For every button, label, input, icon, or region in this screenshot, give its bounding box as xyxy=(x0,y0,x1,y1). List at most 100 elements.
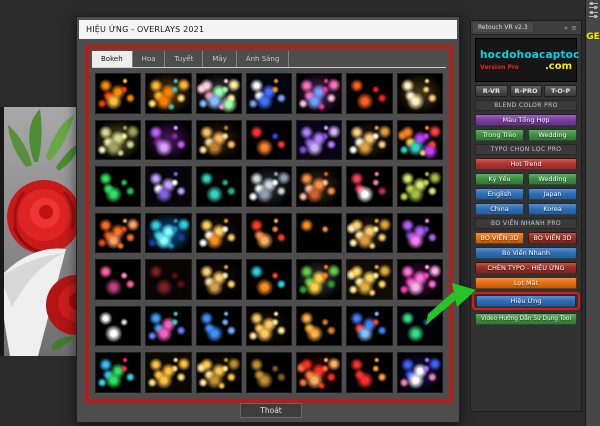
overlay-thumbnail[interactable] xyxy=(197,121,241,160)
panel-button[interactable]: Hot Trend xyxy=(475,158,577,170)
overlay-thumbnail[interactable] xyxy=(398,353,442,392)
button-row: Màu Tổng Hợp xyxy=(475,114,577,126)
overlay-thumbnail[interactable] xyxy=(247,167,291,206)
overlay-thumbnail[interactable] xyxy=(398,74,442,113)
panel-title: Retouch VR v2.3 xyxy=(473,23,533,32)
mode-tab[interactable]: T-O-P xyxy=(544,85,577,97)
overlay-thumbnail[interactable] xyxy=(398,214,442,253)
panel-sections: BLEND COLOR PRO Màu Tổng Hợp Trong Trẻo Wed… xyxy=(471,100,581,325)
button-row: Lọt Mắt xyxy=(475,277,577,289)
panel-dock-strip: GE xyxy=(585,0,600,426)
panel-button[interactable]: English xyxy=(475,188,524,200)
panel-button[interactable]: Korea xyxy=(528,203,577,215)
overlay-thumbnail[interactable] xyxy=(96,214,140,253)
document-photo-roses xyxy=(4,107,80,356)
overlay-thumbnail[interactable] xyxy=(297,167,341,206)
panel-button[interactable]: Wedding xyxy=(528,173,577,185)
overlay-thumbnail[interactable] xyxy=(247,121,291,160)
button-row: Bo Viền Nhanh xyxy=(475,247,577,259)
overlay-thumbnail[interactable] xyxy=(347,353,391,392)
adjust-icon[interactable] xyxy=(589,11,598,18)
overlay-category-tabs: BokehHoaTuyếtMâyÁnh Sáng xyxy=(92,51,446,68)
button-row: Kỷ Yếu Wedding xyxy=(475,173,577,185)
overlay-thumbnail[interactable] xyxy=(347,121,391,160)
panel-button[interactable]: Hiệu Ứng xyxy=(476,295,576,307)
overlays-dialog: HIỆU ỨNG - OVERLAYS 2021 BokehHoaTuyếtMâ… xyxy=(76,16,460,423)
overlay-thumbnail[interactable] xyxy=(197,167,241,206)
overlay-thumbnail[interactable] xyxy=(96,353,140,392)
dock-tab-ge[interactable]: GE xyxy=(586,32,600,42)
ad-banner[interactable]: hocdohoacaptoc Version Pro .com xyxy=(475,38,577,82)
panel-button[interactable]: CHÈN TYPO - HIỆU ỨNG xyxy=(475,262,577,274)
panel-button[interactable]: Trong Trẻo xyxy=(475,129,524,141)
overlay-thumbnail[interactable] xyxy=(247,214,291,253)
overlay-thumbnail[interactable] xyxy=(197,353,241,392)
overlay-thumbnail[interactable] xyxy=(197,74,241,113)
annotation-highlight-box: BokehHoaTuyếtMâyÁnh Sáng xyxy=(85,45,453,403)
overlay-thumbnail[interactable] xyxy=(347,74,391,113)
panel-button[interactable]: Kỷ Yếu xyxy=(475,173,524,185)
panel-button[interactable]: Japan xyxy=(528,188,577,200)
tab-item[interactable]: Ánh Sáng xyxy=(237,51,290,67)
overlay-thumbnail[interactable] xyxy=(297,307,341,346)
tab-item[interactable]: Bokeh xyxy=(92,51,133,67)
overlay-thumbnail[interactable] xyxy=(197,307,241,346)
overlay-thumbnail[interactable] xyxy=(146,121,190,160)
overlay-thumbnail[interactable] xyxy=(297,74,341,113)
mode-tab[interactable]: R-VR xyxy=(475,85,508,97)
overlay-thumbnail[interactable] xyxy=(146,353,190,392)
tab-item[interactable]: Tuyết xyxy=(165,51,203,67)
ad-line1: hocdohoacaptoc xyxy=(480,49,572,61)
overlay-thumbnail[interactable] xyxy=(96,167,140,206)
overlay-thumbnail[interactable] xyxy=(347,214,391,253)
button-row: BO VIỀN 3D BO VIỀN 3D xyxy=(475,232,577,244)
panel-button[interactable]: BO VIỀN 3D xyxy=(475,232,524,244)
overlay-thumbnail[interactable] xyxy=(347,260,391,299)
panel-button[interactable]: Bo Viền Nhanh xyxy=(475,247,577,259)
overlay-thumbnail[interactable] xyxy=(347,307,391,346)
panel-button[interactable]: Lọt Mắt xyxy=(475,277,577,289)
overlay-thumbnail[interactable] xyxy=(398,121,442,160)
overlay-thumbnail[interactable] xyxy=(197,214,241,253)
overlay-thumbnail[interactable] xyxy=(96,307,140,346)
overlay-thumbnail[interactable] xyxy=(247,74,291,113)
mode-tab[interactable]: R-PRO xyxy=(510,85,543,97)
section-header: BO VIỀN NHANH PRO xyxy=(475,218,577,229)
sliders-icon[interactable] xyxy=(589,2,598,9)
tab-item[interactable]: Hoa xyxy=(133,51,166,67)
button-row: Hot Trend xyxy=(475,158,577,170)
overlay-thumbnail-grid xyxy=(96,74,442,392)
dialog-title-bar[interactable]: HIỆU ỨNG - OVERLAYS 2021 xyxy=(79,20,457,39)
overlay-thumbnail[interactable] xyxy=(96,121,140,160)
panel-button[interactable]: Video Hướng Dẫn Sử Dụng Tool xyxy=(475,313,577,325)
panel-button[interactable]: Màu Tổng Hợp xyxy=(475,114,577,126)
overlay-thumbnail[interactable] xyxy=(398,167,442,206)
panel-button[interactable]: BO VIỀN 3D xyxy=(528,232,577,244)
overlay-thumbnail[interactable] xyxy=(347,167,391,206)
overlay-thumbnail[interactable] xyxy=(146,74,190,113)
overlay-thumbnail[interactable] xyxy=(247,353,291,392)
overlay-thumbnail[interactable] xyxy=(297,353,341,392)
button-row: English Japan xyxy=(475,188,577,200)
section-header: TYPO CHỌN LỌC PRO xyxy=(475,144,577,155)
overlay-thumbnail[interactable] xyxy=(96,260,140,299)
panel-button[interactable]: Wedding xyxy=(528,129,577,141)
collapse-panel-icon[interactable]: » xyxy=(564,24,568,32)
panel-button[interactable]: China xyxy=(475,203,524,215)
overlay-thumbnail[interactable] xyxy=(96,74,140,113)
tab-item[interactable]: Mây xyxy=(203,51,236,67)
section-header: BLEND COLOR PRO xyxy=(475,100,577,111)
overlay-thumbnail[interactable] xyxy=(197,260,241,299)
overlay-thumbnail[interactable] xyxy=(247,307,291,346)
overlay-thumbnail[interactable] xyxy=(146,260,190,299)
overlay-thumbnail[interactable] xyxy=(297,121,341,160)
overlay-thumbnail[interactable] xyxy=(297,260,341,299)
exit-button[interactable]: Thoát xyxy=(240,403,302,418)
overlay-thumbnail[interactable] xyxy=(146,167,190,206)
overlay-thumbnail[interactable] xyxy=(247,260,291,299)
button-row: Trong Trẻo Wedding xyxy=(475,129,577,141)
overlay-thumbnail[interactable] xyxy=(146,214,190,253)
panel-menu-icon[interactable]: ≡ xyxy=(571,24,577,32)
overlay-thumbnail[interactable] xyxy=(146,307,190,346)
overlay-thumbnail[interactable] xyxy=(297,214,341,253)
